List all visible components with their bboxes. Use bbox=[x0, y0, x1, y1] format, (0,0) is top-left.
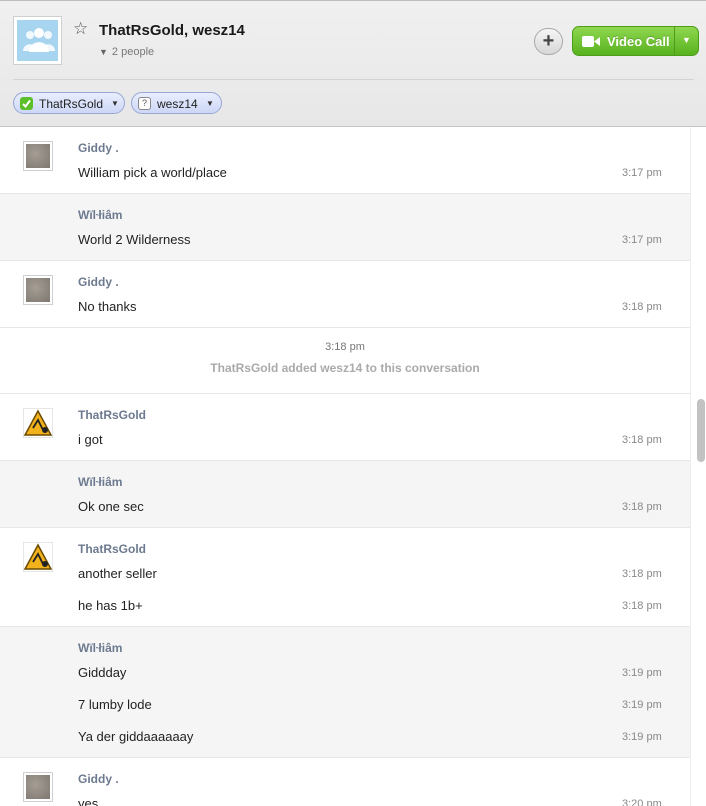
sender-name: Giddy . bbox=[78, 772, 119, 786]
message-text: another seller bbox=[78, 566, 157, 581]
message-time: 3:18 pm bbox=[622, 501, 662, 513]
button-divider bbox=[674, 27, 675, 55]
message-time: 3:19 pm bbox=[622, 731, 662, 743]
warning-triangle-icon bbox=[22, 541, 54, 573]
sender-name: Wïŀłiâm bbox=[78, 475, 123, 489]
message-group: Giddy . yes 3:20 pm bbox=[0, 758, 690, 806]
message-time: 3:18 pm bbox=[622, 434, 662, 446]
message-text: yes bbox=[78, 796, 99, 806]
favorite-star-icon[interactable]: ☆ bbox=[73, 20, 88, 37]
sender-name: ThatRsGold bbox=[78, 542, 146, 556]
video-camera-icon bbox=[582, 36, 600, 47]
scrollbar-thumb[interactable] bbox=[697, 399, 705, 462]
message-text: i got bbox=[78, 432, 103, 447]
message-time: 3:19 pm bbox=[622, 667, 662, 679]
participant-chip-thatrsgold[interactable]: ThatRsGold ▼ bbox=[13, 92, 125, 114]
chevron-down-icon: ▼ bbox=[111, 99, 119, 108]
message-group: Giddy . William pick a world/place 3:17 … bbox=[0, 127, 690, 194]
message-group: Wïŀłiâm Giddday 3:19 pm 7 lumby lode 3:1… bbox=[0, 627, 690, 758]
message-time: 3:17 pm bbox=[622, 167, 662, 179]
participant-name: wesz14 bbox=[157, 97, 198, 111]
add-people-button[interactable]: + bbox=[534, 28, 563, 55]
avatar[interactable] bbox=[23, 772, 53, 802]
message-list[interactable]: Giddy . William pick a world/place 3:17 … bbox=[0, 127, 690, 806]
warning-triangle-icon bbox=[22, 407, 54, 439]
message-text: Giddday bbox=[78, 665, 127, 680]
message-text: Ok one sec bbox=[78, 499, 144, 514]
avatar[interactable] bbox=[23, 275, 53, 305]
message-group: ThatRsGold another seller 3:18 pm he has… bbox=[0, 528, 690, 627]
header-divider bbox=[13, 79, 694, 80]
message-text: 7 lumby lode bbox=[78, 697, 152, 712]
video-call-dropdown-icon[interactable]: ▼ bbox=[682, 35, 691, 45]
avatar[interactable] bbox=[22, 541, 54, 573]
people-count: 2 people bbox=[111, 46, 155, 58]
message-group: Giddy . No thanks 3:18 pm bbox=[0, 261, 690, 328]
message-text: he has 1b+ bbox=[78, 598, 143, 613]
message-group: ThatRsGold i got 3:18 pm bbox=[0, 394, 690, 461]
sender-name: ThatRsGold bbox=[78, 408, 146, 422]
message-group: Wïŀłiâm World 2 Wilderness 3:17 pm bbox=[0, 194, 690, 261]
system-time: 3:18 pm bbox=[325, 341, 365, 353]
unknown-status-icon: ? bbox=[138, 97, 151, 110]
online-status-icon bbox=[20, 97, 33, 110]
message-time: 3:18 pm bbox=[622, 301, 662, 313]
sender-name: Giddy . bbox=[78, 275, 119, 289]
video-call-button[interactable]: Video Call ▼ bbox=[572, 26, 699, 56]
message-time: 3:18 pm bbox=[622, 568, 662, 580]
system-message: 3:18 pm ThatRsGold added wesz14 to this … bbox=[0, 328, 690, 394]
message-group: Wïŀłiâm Ok one sec 3:18 pm bbox=[0, 461, 690, 528]
conversation-title: ThatRsGold, wesz14 bbox=[99, 22, 245, 39]
message-time: 3:20 pm bbox=[622, 798, 662, 806]
system-text: ThatRsGold added wesz14 to this conversa… bbox=[210, 361, 480, 375]
message-text: Ya der giddaaaaaay bbox=[78, 729, 194, 744]
message-time: 3:19 pm bbox=[622, 699, 662, 711]
chevron-down-icon: ▼ bbox=[206, 99, 214, 108]
message-time: 3:18 pm bbox=[622, 600, 662, 612]
avatar[interactable] bbox=[22, 407, 54, 439]
conversation-header: ☆ ThatRsGold, wesz14 ▼ 2 people + Video C… bbox=[0, 0, 706, 127]
video-call-label: Video Call bbox=[607, 34, 670, 49]
sender-name: Wïŀłiâm bbox=[78, 208, 123, 222]
participant-name: ThatRsGold bbox=[39, 97, 104, 111]
sender-name: Giddy . bbox=[78, 141, 119, 155]
people-toggle[interactable]: ▼ 2 people bbox=[99, 46, 154, 58]
participant-chip-wesz14[interactable]: ? wesz14 ▼ bbox=[131, 92, 222, 114]
message-time: 3:17 pm bbox=[622, 234, 662, 246]
scrollbar[interactable] bbox=[690, 127, 706, 806]
message-text: World 2 Wilderness bbox=[78, 232, 191, 247]
sender-name: Wïŀłiâm bbox=[78, 641, 123, 655]
group-people-icon bbox=[23, 28, 55, 52]
expand-triangle-icon: ▼ bbox=[99, 47, 108, 57]
avatar[interactable] bbox=[23, 141, 53, 171]
group-avatar[interactable] bbox=[13, 16, 62, 65]
message-text: William pick a world/place bbox=[78, 165, 227, 180]
message-text: No thanks bbox=[78, 299, 137, 314]
